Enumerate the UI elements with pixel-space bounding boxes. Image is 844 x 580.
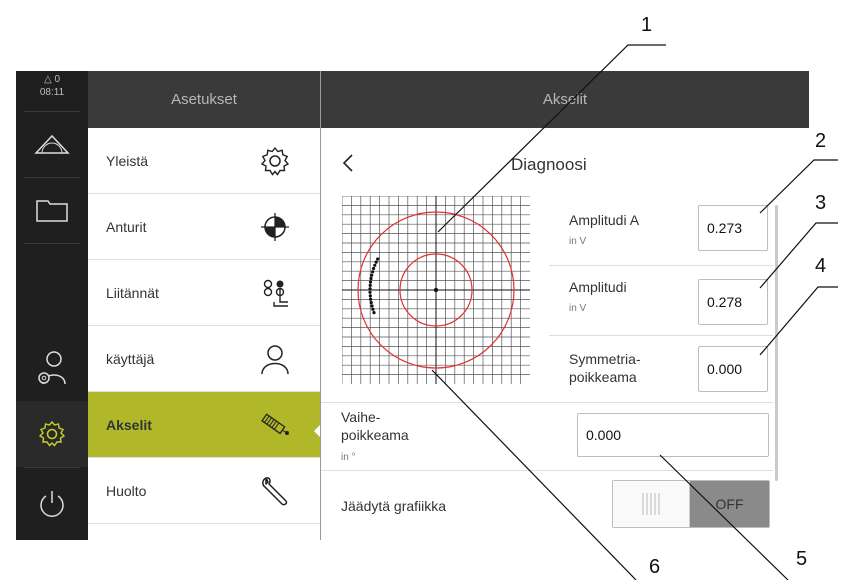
signal-point	[368, 280, 373, 284]
signal-point	[369, 276, 373, 281]
separator	[549, 265, 773, 266]
user-icon	[261, 345, 289, 375]
sensor-icon	[261, 213, 289, 241]
signal-point	[373, 263, 377, 267]
divider	[24, 243, 80, 244]
signal-point	[369, 297, 373, 301]
panel-title: Akselit	[321, 71, 809, 128]
measure-icon	[34, 134, 70, 154]
file-manager-button[interactable]	[16, 177, 88, 243]
diagnosis-graph	[342, 196, 530, 384]
page-title: Diagnoosi	[511, 155, 587, 174]
menu-item-label: Liitännät	[106, 284, 159, 301]
callout-6: 6	[649, 556, 661, 578]
separator	[321, 402, 773, 403]
amplitude-a-field[interactable]: 0.273	[698, 205, 768, 251]
amplitude-b-field[interactable]: 0.278	[698, 279, 768, 325]
phase-field[interactable]: 0.000	[577, 413, 769, 457]
callout-3: 3	[815, 192, 827, 214]
phase-label-line2: poikkeama	[341, 427, 409, 443]
menu-item-axes[interactable]: Akselit	[88, 392, 320, 458]
grip-icon	[642, 493, 660, 515]
menu-item-general[interactable]: Yleistä	[88, 128, 320, 194]
user-login-button[interactable]	[16, 335, 88, 401]
freeze-graphics-toggle[interactable]: OFF	[612, 480, 770, 528]
signal-point	[371, 307, 375, 311]
menu-item-user[interactable]: käyttäjä	[88, 326, 320, 392]
menu-item-label: Akselit	[106, 416, 152, 433]
symmetry-field[interactable]: 0.000	[698, 346, 768, 392]
measure-button[interactable]	[16, 111, 88, 177]
scrollbar[interactable]	[775, 205, 778, 481]
status-area[interactable]: △ 0 08:11	[16, 71, 88, 111]
power-button[interactable]	[16, 471, 88, 537]
menu-item-label: Huolto	[106, 482, 147, 499]
menu-item-label: Anturit	[106, 218, 147, 235]
menu-item-label: käyttäjä	[106, 350, 155, 367]
amplitude-a-label: Amplitudi A	[569, 212, 640, 228]
phase-label-line1: Vaihe-	[341, 409, 381, 425]
phase-unit: in °	[341, 452, 356, 463]
wrench-icon	[262, 477, 288, 506]
menu-item-service[interactable]: Huolto	[88, 458, 320, 524]
main-menu-bar: △ 0 08:11	[16, 71, 88, 540]
signal-point	[372, 266, 376, 271]
axes-panel: Akselit Diagnoosi Amplitudi A in V 0.273…	[321, 71, 809, 540]
signal-point	[370, 304, 374, 308]
signal-point	[374, 260, 378, 264]
back-arrow-icon[interactable]	[341, 153, 355, 173]
amplitude-a-unit: in V	[569, 236, 587, 247]
menu-item-connections[interactable]: Liitännät	[88, 260, 320, 326]
clock-time: 08:11	[39, 87, 65, 98]
power-icon	[40, 491, 64, 517]
symmetry-label-line2: poikkeama	[569, 369, 637, 385]
callout-2: 2	[815, 130, 827, 152]
signal-point	[369, 301, 373, 305]
freeze-graphics-label: Jäädytä grafiikka	[341, 498, 447, 514]
settings-menu: Asetukset Yleistä Anturit Liitännät käyt…	[88, 71, 320, 540]
signal-point	[368, 290, 372, 294]
axis-icon	[261, 413, 289, 435]
signal-point	[371, 270, 375, 274]
warning-count: △ 0	[43, 74, 61, 85]
signal-point	[368, 287, 372, 291]
callout-1: 1	[641, 14, 653, 36]
signal-point	[368, 294, 372, 298]
separator	[321, 470, 773, 471]
toggle-state-label: OFF	[690, 481, 769, 527]
gear-icon	[38, 420, 66, 447]
toggle-knob[interactable]	[613, 481, 690, 527]
callout-4: 4	[815, 255, 827, 277]
signal-point	[370, 273, 374, 277]
divider	[24, 467, 80, 468]
menu-item-label: Yleistä	[106, 152, 149, 169]
gear-icon	[260, 146, 290, 176]
user-settings-icon	[38, 351, 66, 385]
callout-5: 5	[796, 548, 808, 570]
connections-icon	[263, 279, 288, 307]
amplitude-b-unit: in V	[569, 303, 587, 314]
signal-point	[372, 311, 376, 315]
signal-point	[376, 257, 380, 261]
center-point	[433, 287, 439, 293]
folder-icon	[36, 200, 68, 222]
separator	[549, 335, 773, 336]
amplitude-b-label: Amplitudi	[569, 279, 627, 295]
signal-point	[368, 283, 372, 287]
symmetry-label-line1: Symmetria-	[569, 351, 641, 367]
menu-item-sensors[interactable]: Anturit	[88, 194, 320, 260]
settings-title: Asetukset	[88, 71, 320, 128]
settings-button[interactable]	[16, 401, 88, 467]
